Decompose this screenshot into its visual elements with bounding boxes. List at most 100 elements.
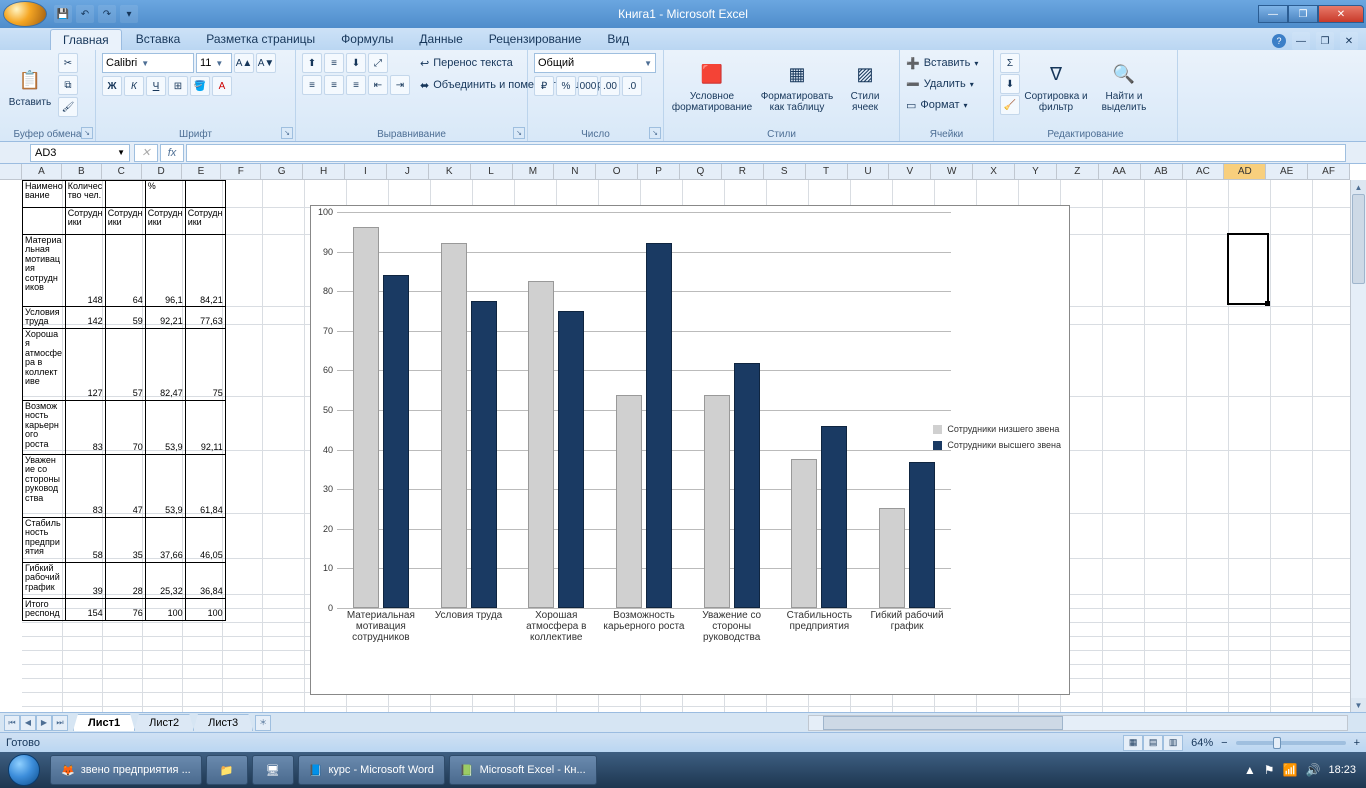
cell[interactable]: 57 [105, 328, 145, 400]
copy-icon[interactable]: ⧉ [58, 75, 78, 95]
cell[interactable]: 25,32 [145, 562, 185, 598]
chart-bar[interactable] [734, 363, 760, 608]
column-header[interactable]: W [931, 164, 973, 179]
office-button[interactable] [3, 1, 47, 27]
cell[interactable] [185, 181, 225, 208]
scroll-up-icon[interactable]: ▲ [1351, 180, 1366, 194]
column-header[interactable]: C [102, 164, 142, 179]
decrease-indent-icon[interactable]: ⇤ [368, 75, 388, 95]
number-format-combo[interactable]: Общий▼ [534, 53, 656, 73]
cell[interactable]: 83 [65, 400, 105, 454]
font-color-icon[interactable]: A [212, 76, 232, 96]
cell[interactable]: 75 [185, 328, 225, 400]
sort-filter-button[interactable]: ᐁСортировка и фильтр [1024, 53, 1088, 121]
chart-bar[interactable] [909, 462, 935, 608]
volume-icon[interactable]: 🔊 [1306, 763, 1321, 777]
taskbar-item[interactable]: 📘курс - Microsoft Word [298, 755, 445, 785]
cell[interactable]: 84,21 [185, 235, 225, 307]
cell[interactable]: 36,84 [185, 562, 225, 598]
cell[interactable]: 92,21 [145, 307, 185, 329]
cell[interactable]: Итого респонд [23, 598, 66, 620]
cell[interactable]: 100 [145, 598, 185, 620]
legend-item[interactable]: Сотрудники низшего звена [933, 424, 1061, 434]
cell[interactable]: 61,84 [185, 454, 225, 517]
qat-dropdown-icon[interactable]: ▾ [120, 5, 138, 23]
formula-input[interactable] [186, 144, 1346, 162]
chart-bar[interactable] [791, 459, 817, 608]
column-header[interactable]: R [722, 164, 764, 179]
cell[interactable]: Хороша я атмосфе ра в коллект иве [23, 328, 66, 400]
chart-bar[interactable] [383, 275, 409, 608]
legend-item[interactable]: Сотрудники высшего звена [933, 440, 1061, 450]
next-sheet-icon[interactable]: ▶ [36, 715, 52, 731]
network-icon[interactable]: 📶 [1283, 763, 1298, 777]
autosum-icon[interactable]: Σ [1000, 53, 1020, 73]
currency-icon[interactable]: ₽ [534, 76, 554, 96]
increase-indent-icon[interactable]: ⇥ [390, 75, 410, 95]
cell[interactable] [105, 181, 145, 208]
column-header[interactable]: B [62, 164, 102, 179]
column-header[interactable]: M [513, 164, 555, 179]
help-icon[interactable]: ? [1272, 34, 1286, 48]
column-header[interactable]: A [22, 164, 62, 179]
cell[interactable]: Сотрудн ики [105, 208, 145, 235]
embedded-chart[interactable]: 0102030405060708090100 Материальная моти… [310, 205, 1070, 695]
column-header[interactable]: AE [1266, 164, 1308, 179]
cell[interactable]: 100 [185, 598, 225, 620]
sheet-tab[interactable]: Лист3 [193, 714, 253, 731]
tab-5[interactable]: Рецензирование [477, 29, 594, 50]
column-headers[interactable]: ABCDEFGHIJKLMNOPQRSTUVWXYZAAABACADAEAF [22, 164, 1350, 180]
underline-icon[interactable]: Ч [146, 76, 166, 96]
dialog-launcher-icon[interactable]: ↘ [649, 127, 661, 139]
taskbar-item[interactable]: 📁 [206, 755, 248, 785]
grow-font-icon[interactable]: A▲ [234, 53, 254, 73]
cell[interactable]: 142 [65, 307, 105, 329]
fill-color-icon[interactable]: 🪣 [190, 76, 210, 96]
page-break-view-icon[interactable]: ▥ [1163, 735, 1183, 751]
zoom-out-icon[interactable]: − [1221, 737, 1227, 749]
chart-bar[interactable] [616, 395, 642, 608]
sheet-tab[interactable]: Лист1 [73, 714, 135, 731]
chart-bar[interactable] [704, 395, 730, 608]
column-header[interactable]: AC [1183, 164, 1225, 179]
restore-button[interactable]: ❐ [1288, 5, 1318, 23]
cell[interactable]: Количес тво чел. [65, 181, 105, 208]
page-layout-view-icon[interactable]: ▤ [1143, 735, 1163, 751]
bold-icon[interactable]: Ж [102, 76, 122, 96]
cell[interactable]: 82,47 [145, 328, 185, 400]
chart-bar[interactable] [879, 508, 905, 608]
fx-button[interactable]: fx [160, 144, 184, 162]
column-header[interactable]: AB [1141, 164, 1183, 179]
undo-icon[interactable]: ↶ [76, 5, 94, 23]
column-header[interactable]: T [806, 164, 848, 179]
column-header[interactable]: AA [1099, 164, 1141, 179]
chart-bar[interactable] [821, 426, 847, 608]
cell[interactable]: 53,9 [145, 400, 185, 454]
close-workbook-icon[interactable]: ✕ [1340, 32, 1358, 50]
cell[interactable]: 35 [105, 517, 145, 562]
column-header[interactable]: O [596, 164, 638, 179]
zoom-slider[interactable] [1236, 741, 1346, 745]
cell[interactable]: 53,9 [145, 454, 185, 517]
tab-1[interactable]: Вставка [124, 29, 193, 50]
cell[interactable]: 154 [65, 598, 105, 620]
tab-3[interactable]: Формулы [329, 29, 405, 50]
close-button[interactable]: ✕ [1318, 5, 1364, 23]
restore-window-icon[interactable]: ❐ [1316, 32, 1334, 50]
cell[interactable]: Сотрудн ики [145, 208, 185, 235]
cell[interactable]: Стабиль ность предпри ятия [23, 517, 66, 562]
name-box[interactable]: AD3▼ [30, 144, 130, 162]
cell[interactable] [23, 208, 66, 235]
column-header[interactable]: Z [1057, 164, 1099, 179]
find-select-button[interactable]: 🔍Найти и выделить [1092, 53, 1156, 121]
sheet-tab[interactable]: Лист2 [134, 714, 194, 731]
cell[interactable]: Уважен ие со стороны руковод ства [23, 454, 66, 517]
first-sheet-icon[interactable]: ⏮ [4, 715, 20, 731]
cell[interactable]: Наимено вание [23, 181, 66, 208]
conditional-formatting-button[interactable]: 🟥Условное форматирование [670, 53, 754, 121]
clock[interactable]: 18:23 [1328, 764, 1356, 776]
cell[interactable]: Условия труда [23, 307, 66, 329]
last-sheet-icon[interactable]: ⏭ [52, 715, 68, 731]
format-painter-icon[interactable]: 🖌 [58, 97, 78, 117]
column-header[interactable]: G [261, 164, 303, 179]
